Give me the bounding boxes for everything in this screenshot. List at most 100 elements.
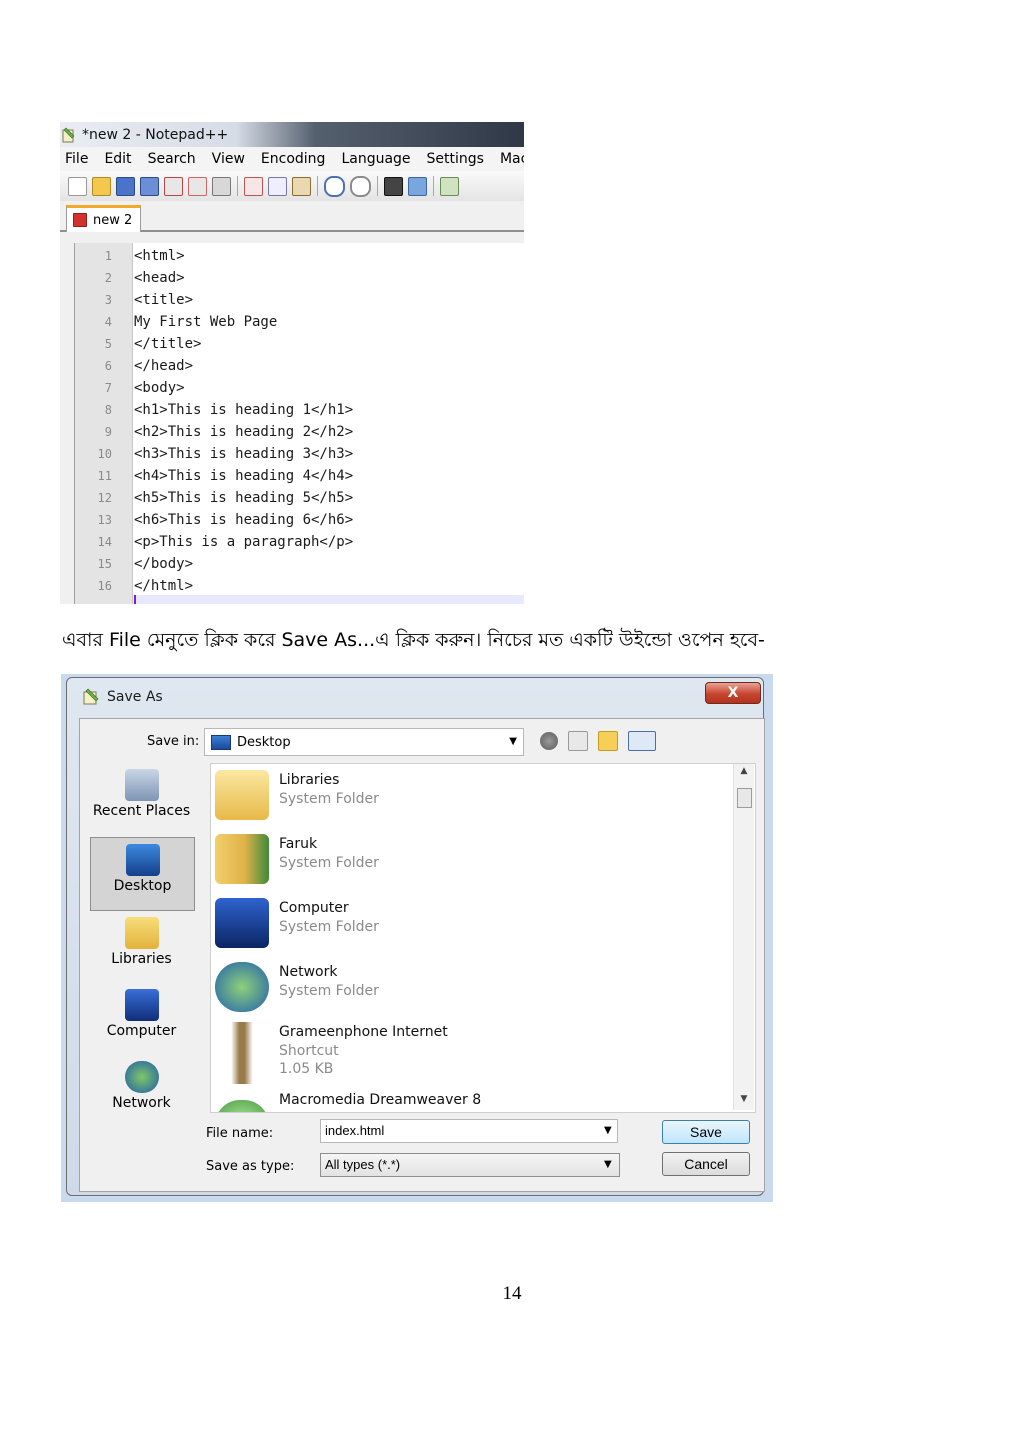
save-icon[interactable] xyxy=(116,176,135,196)
place-label: Desktop xyxy=(113,878,172,894)
file-type: System Folder xyxy=(279,791,379,807)
file-item-computer[interactable]: Computer System Folder xyxy=(211,892,731,954)
new-file-icon[interactable] xyxy=(68,176,87,196)
code-editor[interactable]: 1 <html> 2 <head> 3 <title> 4 My First Web Page… xyxy=(74,243,524,604)
find-icon[interactable] xyxy=(384,176,403,196)
file-type: Shortcut xyxy=(279,1043,339,1059)
dialog-body: Save in: Desktop ▼ Recent Places Desktop… xyxy=(79,718,765,1192)
scroll-thumb[interactable] xyxy=(737,788,752,808)
menu-edit[interactable]: Edit xyxy=(104,151,131,167)
desktop-icon xyxy=(211,734,231,750)
network-icon xyxy=(215,962,269,1012)
file-item-network[interactable]: Network System Folder xyxy=(211,956,731,1018)
current-line-highlight xyxy=(133,595,524,604)
file-item-libraries[interactable]: Libraries System Folder xyxy=(211,764,731,826)
code-text: My First Web Page xyxy=(134,314,278,330)
place-libraries[interactable]: Libraries xyxy=(90,911,193,983)
file-name-label: File name: xyxy=(206,1126,274,1141)
open-file-icon[interactable] xyxy=(92,176,111,196)
dialog-title-bar: Save As xyxy=(83,688,163,705)
notepad-app-icon xyxy=(83,688,99,705)
file-name: Network xyxy=(279,964,338,980)
menu-settings[interactable]: Settings xyxy=(427,151,484,167)
file-name-input[interactable]: index.html xyxy=(320,1119,618,1143)
file-name: Grameenphone Internet xyxy=(279,1024,448,1040)
code-line: 15 </body> xyxy=(75,553,524,575)
copy-icon[interactable] xyxy=(268,176,287,196)
line-number: 2 xyxy=(104,271,112,285)
close-button[interactable]: X xyxy=(705,682,761,704)
network-icon xyxy=(124,1061,159,1093)
menu-file[interactable]: File xyxy=(65,151,88,167)
toolbar-separator xyxy=(433,176,434,196)
file-name: Computer xyxy=(279,900,349,916)
close-all-icon[interactable] xyxy=(188,176,207,196)
cancel-button[interactable]: Cancel xyxy=(662,1152,750,1176)
paste-icon[interactable] xyxy=(292,176,311,196)
place-desktop[interactable]: Desktop xyxy=(90,837,195,911)
file-item-macromedia-dreamweaver-8[interactable]: Macromedia Dreamweaver 8 xyxy=(211,1084,731,1112)
code-text: <h4>This is heading 4</h4> xyxy=(134,468,354,484)
place-network[interactable]: Network xyxy=(90,1055,193,1127)
file-name: Faruk xyxy=(279,836,318,852)
notepad-window: *new 2 - Notepad++ File Edit Search View… xyxy=(60,122,524,604)
place-computer[interactable]: Computer xyxy=(90,983,193,1055)
place-recent-places[interactable]: Recent Places xyxy=(90,763,193,835)
chevron-down-icon[interactable]: ▼ xyxy=(604,1159,612,1170)
new-folder-icon[interactable] xyxy=(598,731,618,751)
scroll-down-icon[interactable]: ▼ xyxy=(734,1094,754,1106)
menu-search[interactable]: Search xyxy=(148,151,196,167)
print-icon[interactable] xyxy=(212,176,231,196)
recent-places-icon xyxy=(124,769,159,801)
menu-encoding[interactable]: Encoding xyxy=(261,151,326,167)
redo-icon[interactable] xyxy=(350,175,371,197)
code-text: <h5>This is heading 5</h5> xyxy=(134,490,354,506)
line-number: 5 xyxy=(104,337,112,351)
notepad-title-bar: *new 2 - Notepad++ xyxy=(60,122,524,147)
code-text: <h6>This is heading 6</h6> xyxy=(134,512,354,528)
cut-icon[interactable] xyxy=(244,176,263,196)
code-line: 7 <body> xyxy=(75,377,524,399)
page-number: 14 xyxy=(502,1283,522,1304)
menu-language[interactable]: Language xyxy=(341,151,410,167)
code-text: <title> xyxy=(134,292,194,308)
file-name: Macromedia Dreamweaver 8 xyxy=(279,1092,482,1108)
zoom-icon[interactable] xyxy=(440,176,459,196)
file-list-scrollbar[interactable]: ▲ ▼ xyxy=(733,764,754,1110)
replace-icon[interactable] xyxy=(408,176,427,196)
line-number: 14 xyxy=(97,535,112,549)
back-icon[interactable] xyxy=(540,732,558,750)
code-line: 9 <h2>This is heading 2</h2> xyxy=(75,421,524,443)
code-text: <head> xyxy=(134,270,185,286)
dreamweaver-icon xyxy=(215,1100,269,1112)
desktop-icon xyxy=(125,844,160,876)
menu-macro[interactable]: Macro xyxy=(500,151,524,167)
notepad-toolbar xyxy=(60,171,524,201)
file-item-faruk[interactable]: Faruk System Folder xyxy=(211,828,731,890)
close-file-icon[interactable] xyxy=(164,176,183,196)
tab-label: new 2 xyxy=(93,212,133,228)
line-number: 9 xyxy=(104,425,112,439)
line-number: 6 xyxy=(104,359,112,373)
scroll-up-icon[interactable]: ▲ xyxy=(734,766,754,778)
save-button[interactable]: Save xyxy=(662,1120,750,1144)
notepad-tab-bar: new 2 xyxy=(60,201,524,232)
view-menu-icon[interactable] xyxy=(628,731,656,751)
line-number: 16 xyxy=(97,579,112,593)
toolbar-separator xyxy=(377,176,378,196)
tab-new-2[interactable]: new 2 xyxy=(66,205,142,232)
places-bar: Recent Places Desktop Libraries Computer… xyxy=(90,763,195,1111)
chevron-down-icon[interactable]: ▼ xyxy=(604,1125,612,1136)
save-as-type-select[interactable]: All types (*.*) xyxy=(320,1153,620,1177)
code-line: 3 <title> xyxy=(75,289,524,311)
save-all-icon[interactable] xyxy=(140,176,159,196)
code-line: 1 <html> xyxy=(75,245,524,267)
instruction-text: এবার File মেনুতে ক্লিক করে Save As...এ ক… xyxy=(62,629,765,651)
line-number: 4 xyxy=(104,315,112,329)
undo-icon[interactable] xyxy=(324,175,345,197)
save-as-dialog: Save As X Save in: Desktop ▼ Recent Plac xyxy=(61,674,773,1202)
up-folder-icon[interactable] xyxy=(568,731,588,751)
menu-view[interactable]: View xyxy=(212,151,245,167)
save-in-dropdown[interactable]: Desktop ▼ xyxy=(204,728,524,756)
place-label: Recent Places xyxy=(92,803,191,819)
